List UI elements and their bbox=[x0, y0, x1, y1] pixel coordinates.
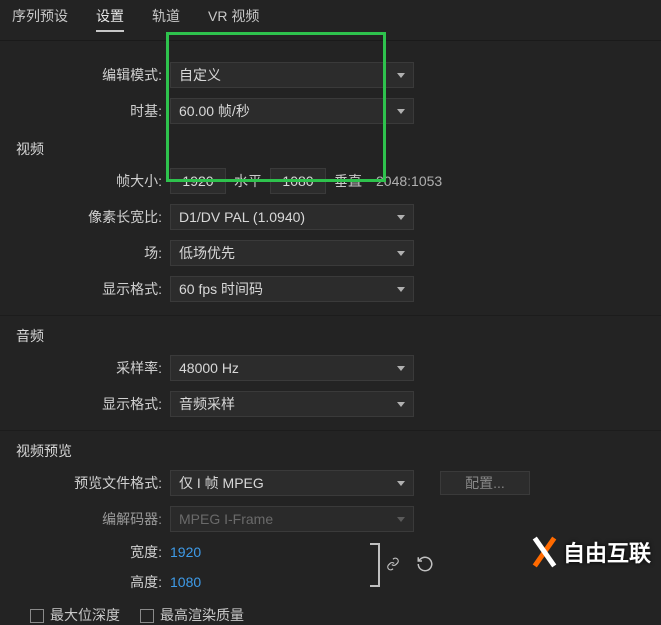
pixel-aspect-label: 像素长宽比: bbox=[0, 207, 170, 227]
sample-rate-label: 采样率: bbox=[0, 358, 170, 378]
tab-sequence-preset[interactable]: 序列预设 bbox=[12, 6, 68, 32]
chevron-down-icon bbox=[397, 215, 405, 220]
chevron-down-icon bbox=[397, 287, 405, 292]
edit-mode-label: 编辑模式: bbox=[0, 65, 170, 85]
checkbox-icon bbox=[140, 609, 154, 623]
display-format-value: 60 fps 时间码 bbox=[179, 279, 263, 299]
audio-display-format-value: 音频采样 bbox=[179, 394, 235, 414]
preview-height-label: 高度: bbox=[0, 572, 170, 592]
codec-select: MPEG I-Frame bbox=[170, 506, 414, 532]
chevron-down-icon bbox=[397, 109, 405, 114]
link-dimensions-cluster bbox=[370, 543, 434, 587]
chevron-down-icon bbox=[397, 481, 405, 486]
fields-value: 低场优先 bbox=[179, 243, 235, 263]
chevron-down-icon bbox=[397, 517, 405, 522]
timebase-value: 60.00 帧/秒 bbox=[179, 101, 250, 121]
preview-width-value[interactable]: 1920 bbox=[170, 544, 201, 560]
configure-button[interactable]: 配置... bbox=[440, 471, 530, 495]
max-bit-depth-checkbox[interactable]: 最大位深度 bbox=[30, 605, 120, 625]
max-bit-depth-label: 最大位深度 bbox=[50, 607, 120, 623]
settings-panel: 编辑模式: 自定义 时基: 60.00 帧/秒 视频 帧大小: 1920 水平 … bbox=[0, 57, 661, 625]
section-audio: 音频 bbox=[0, 316, 661, 350]
tab-settings[interactable]: 设置 bbox=[96, 6, 124, 32]
max-render-quality-checkbox[interactable]: 最高渲染质量 bbox=[140, 605, 244, 625]
aspect-ratio-text: 2048:1053 bbox=[376, 173, 442, 189]
frame-size-label: 帧大小: bbox=[0, 171, 170, 191]
audio-display-format-select[interactable]: 音频采样 bbox=[170, 391, 414, 417]
preview-height-value[interactable]: 1080 bbox=[170, 574, 201, 590]
preview-format-select[interactable]: 仅 I 帧 MPEG bbox=[170, 470, 414, 496]
link-bracket-icon bbox=[370, 543, 380, 587]
chevron-down-icon bbox=[397, 366, 405, 371]
timebase-label: 时基: bbox=[0, 101, 170, 121]
preview-width-label: 宽度: bbox=[0, 542, 170, 562]
chevron-down-icon bbox=[397, 402, 405, 407]
display-format-select[interactable]: 60 fps 时间码 bbox=[170, 276, 414, 302]
frame-width-input[interactable]: 1920 bbox=[170, 168, 226, 194]
section-preview: 视频预览 bbox=[0, 431, 661, 465]
max-render-quality-label: 最高渲染质量 bbox=[160, 607, 244, 623]
codec-label: 编解码器: bbox=[0, 509, 170, 529]
edit-mode-select[interactable]: 自定义 bbox=[170, 62, 414, 88]
checkbox-icon bbox=[30, 609, 44, 623]
sample-rate-value: 48000 Hz bbox=[179, 360, 239, 376]
frame-height-input[interactable]: 1080 bbox=[270, 168, 326, 194]
horizontal-label: 水平 bbox=[234, 171, 262, 191]
chevron-down-icon bbox=[397, 251, 405, 256]
edit-mode-value: 自定义 bbox=[179, 65, 221, 85]
pixel-aspect-value: D1/DV PAL (1.0940) bbox=[179, 209, 305, 225]
display-format-label: 显示格式: bbox=[0, 279, 170, 299]
pixel-aspect-select[interactable]: D1/DV PAL (1.0940) bbox=[170, 204, 414, 230]
audio-display-format-label: 显示格式: bbox=[0, 394, 170, 414]
fields-select[interactable]: 低场优先 bbox=[170, 240, 414, 266]
tab-tracks[interactable]: 轨道 bbox=[152, 6, 180, 32]
tab-bar: 序列预设 设置 轨道 VR 视频 bbox=[0, 0, 661, 41]
tab-vr-video[interactable]: VR 视频 bbox=[208, 6, 259, 32]
section-video: 视频 bbox=[0, 129, 661, 163]
fields-label: 场: bbox=[0, 243, 170, 263]
codec-value: MPEG I-Frame bbox=[179, 511, 273, 527]
preview-format-value: 仅 I 帧 MPEG bbox=[179, 473, 264, 493]
chevron-down-icon bbox=[397, 73, 405, 78]
link-icon[interactable] bbox=[380, 557, 406, 574]
vertical-label: 垂直 bbox=[334, 171, 362, 191]
timebase-select[interactable]: 60.00 帧/秒 bbox=[170, 98, 414, 124]
preview-format-label: 预览文件格式: bbox=[0, 473, 170, 493]
sample-rate-select[interactable]: 48000 Hz bbox=[170, 355, 414, 381]
reset-icon[interactable] bbox=[416, 555, 434, 576]
